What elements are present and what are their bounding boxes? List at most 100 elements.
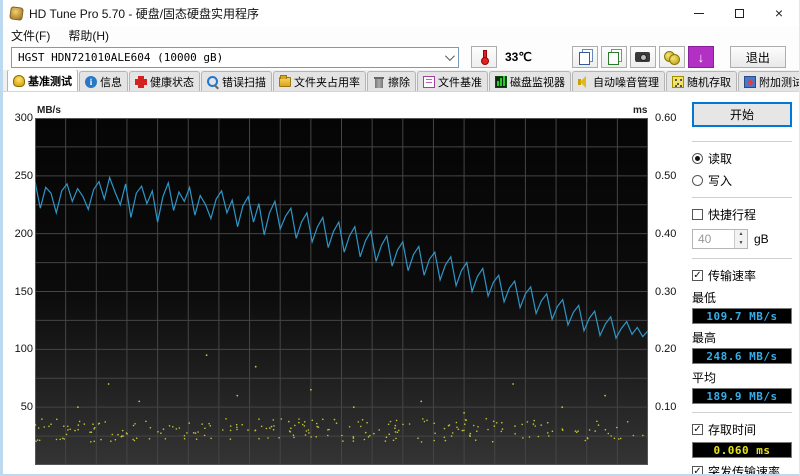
short-stroke-checkbox[interactable]: [692, 209, 703, 220]
save-results-button[interactable]: [658, 46, 685, 68]
drive-select[interactable]: HGST HDN721010ALE604 (10000 gB): [11, 46, 459, 68]
minimize-icon: [694, 12, 704, 14]
min-speed-value: 109.7 MB/s: [706, 309, 778, 323]
avg-speed-value: 189.9 MB/s: [706, 389, 778, 403]
info-icon: [85, 75, 97, 88]
tab-health[interactable]: 健康状态: [129, 71, 200, 91]
copy-image-button[interactable]: [600, 46, 627, 68]
right-axis-unit-label: ms: [633, 105, 648, 116]
tab-label: 随机存取: [687, 76, 731, 89]
right-axis-tick: 0.60: [655, 112, 677, 124]
write-radio-row[interactable]: 写入: [692, 172, 792, 189]
update-download-button[interactable]: ↓: [687, 46, 714, 68]
burst-rate-label: 突发传输速率: [708, 465, 781, 476]
tab-extra-tests[interactable]: 附加测试: [738, 71, 799, 91]
toolbar-icon-buttons: ↓: [571, 46, 714, 68]
tab-info[interactable]: 信息: [79, 71, 128, 91]
window-title: HD Tune Pro 5.70 - 硬盘/固态硬盘实用程序: [29, 6, 260, 21]
short-stroke-label: 快捷行程: [708, 208, 757, 222]
max-speed-display: 248.6 MB/s: [692, 348, 792, 364]
tab-file-benchmark[interactable]: 文件基准: [417, 71, 488, 91]
temperature-value: 33℃: [505, 50, 532, 64]
download-arrow-icon: ↓: [697, 49, 705, 65]
menu-file[interactable]: 文件(F): [11, 27, 50, 44]
tab-bar: 基准测试 信息 健康状态 错误扫描 文件夹占用率 擦除 文件基准 磁盘监视器 自动噪音管理 随机存…: [3, 70, 799, 92]
access-time-display: 0.060 ms: [692, 442, 792, 458]
maximize-icon: [734, 8, 744, 18]
tab-disk-monitor[interactable]: 磁盘监视器: [489, 71, 571, 91]
right-axis-tick: 0.30: [655, 285, 677, 298]
screenshot-button[interactable]: [629, 46, 656, 68]
read-radio-row[interactable]: 读取: [692, 150, 792, 167]
short-stroke-row[interactable]: 快捷行程: [692, 206, 792, 223]
toolbar: HGST HDN721010ALE604 (10000 gB) 33℃ ↓ 退出: [3, 44, 799, 70]
transfer-rate-row[interactable]: 传输速率: [692, 267, 792, 284]
app-logo-icon: [9, 5, 24, 21]
burst-rate-checkbox[interactable]: [692, 466, 703, 474]
write-radio[interactable]: [692, 175, 703, 186]
drive-select-value: HGST HDN721010ALE604 (10000 gB): [18, 50, 224, 64]
short-stroke-size-input[interactable]: 40 ▲ ▼: [692, 229, 748, 249]
spinner-down-icon[interactable]: ▼: [735, 239, 747, 248]
random-access-icon: [672, 75, 684, 88]
tab-label: 文件基准: [438, 76, 482, 89]
disk-monitor-icon: [495, 75, 507, 88]
maximize-button[interactable]: [719, 0, 759, 26]
exit-button[interactable]: 退出: [729, 46, 786, 68]
erase-icon: [373, 76, 385, 88]
access-time-checkbox[interactable]: [692, 424, 703, 435]
tab-label: 附加测试: [759, 76, 799, 89]
min-label: 最低: [692, 291, 717, 305]
copy-text-button[interactable]: [571, 46, 598, 68]
burst-rate-row[interactable]: 突发传输速率: [692, 463, 792, 476]
left-axis-unit-label: MB/s: [37, 105, 61, 116]
separator: [692, 197, 792, 198]
error-scan-icon: [207, 75, 219, 88]
separator: [692, 141, 792, 142]
access-time-row[interactable]: 存取时间: [692, 421, 792, 438]
extra-tests-icon: [744, 75, 756, 88]
coins-icon: [664, 51, 681, 65]
file-benchmark-icon: [423, 75, 435, 88]
folder-usage-icon: [279, 75, 291, 87]
side-panel: 开始 读取 写入 快捷行程 40 ▲ ▼ gB ✓ 传输速率 最低 109.7 …: [690, 92, 799, 476]
avg-label: 平均: [692, 371, 717, 385]
short-stroke-size-value: 40: [698, 232, 712, 246]
start-button[interactable]: 开始: [692, 102, 792, 127]
left-axis-tick: 100: [14, 343, 33, 356]
separator: [692, 412, 792, 413]
thermometer-icon: [480, 49, 489, 65]
close-icon: ×: [774, 5, 784, 21]
left-axis-tick: 150: [14, 285, 33, 298]
right-axis-tick: 0.20: [655, 343, 677, 356]
tab-folder-usage[interactable]: 文件夹占用率: [273, 71, 366, 91]
tab-label: 自动噪音管理: [593, 76, 659, 89]
short-stroke-unit-label: gB: [754, 232, 769, 246]
read-radio[interactable]: [692, 153, 703, 164]
max-speed-value: 248.6 MB/s: [706, 349, 778, 363]
tab-random-access[interactable]: 随机存取: [666, 71, 737, 91]
minimize-button[interactable]: [679, 0, 719, 26]
benchmark-chart-region: MB/s ms 300 250 200 150 100 50 0.60 0.50 0.40 0.…: [3, 92, 690, 474]
right-axis-tick: 0.10: [655, 401, 677, 414]
tab-erase[interactable]: 擦除: [367, 71, 416, 91]
max-label: 最高: [692, 331, 717, 345]
menu-help[interactable]: 帮助(H): [68, 27, 109, 44]
tab-label: 错误扫描: [222, 76, 266, 89]
tab-aam[interactable]: 自动噪音管理: [572, 71, 665, 91]
tab-label: 信息: [100, 76, 122, 89]
tab-label: 基准测试: [28, 75, 72, 88]
spinner-up-icon[interactable]: ▲: [735, 230, 747, 239]
close-button[interactable]: ×: [759, 0, 799, 26]
menu-bar: 文件(F) 帮助(H): [3, 26, 799, 44]
tab-benchmark[interactable]: 基准测试: [7, 70, 78, 91]
left-axis-tick: 50: [20, 401, 33, 414]
transfer-rate-label: 传输速率: [708, 269, 757, 283]
title-bar: HD Tune Pro 5.70 - 硬盘/固态硬盘实用程序 ×: [3, 0, 799, 26]
copy-pages-green-icon: [608, 52, 620, 65]
tab-label: 擦除: [388, 76, 410, 89]
temperature-button[interactable]: [471, 46, 497, 68]
spinner-buttons[interactable]: ▲ ▼: [734, 230, 747, 248]
tab-error-scan[interactable]: 错误扫描: [201, 71, 272, 91]
transfer-rate-checkbox[interactable]: [692, 270, 703, 281]
